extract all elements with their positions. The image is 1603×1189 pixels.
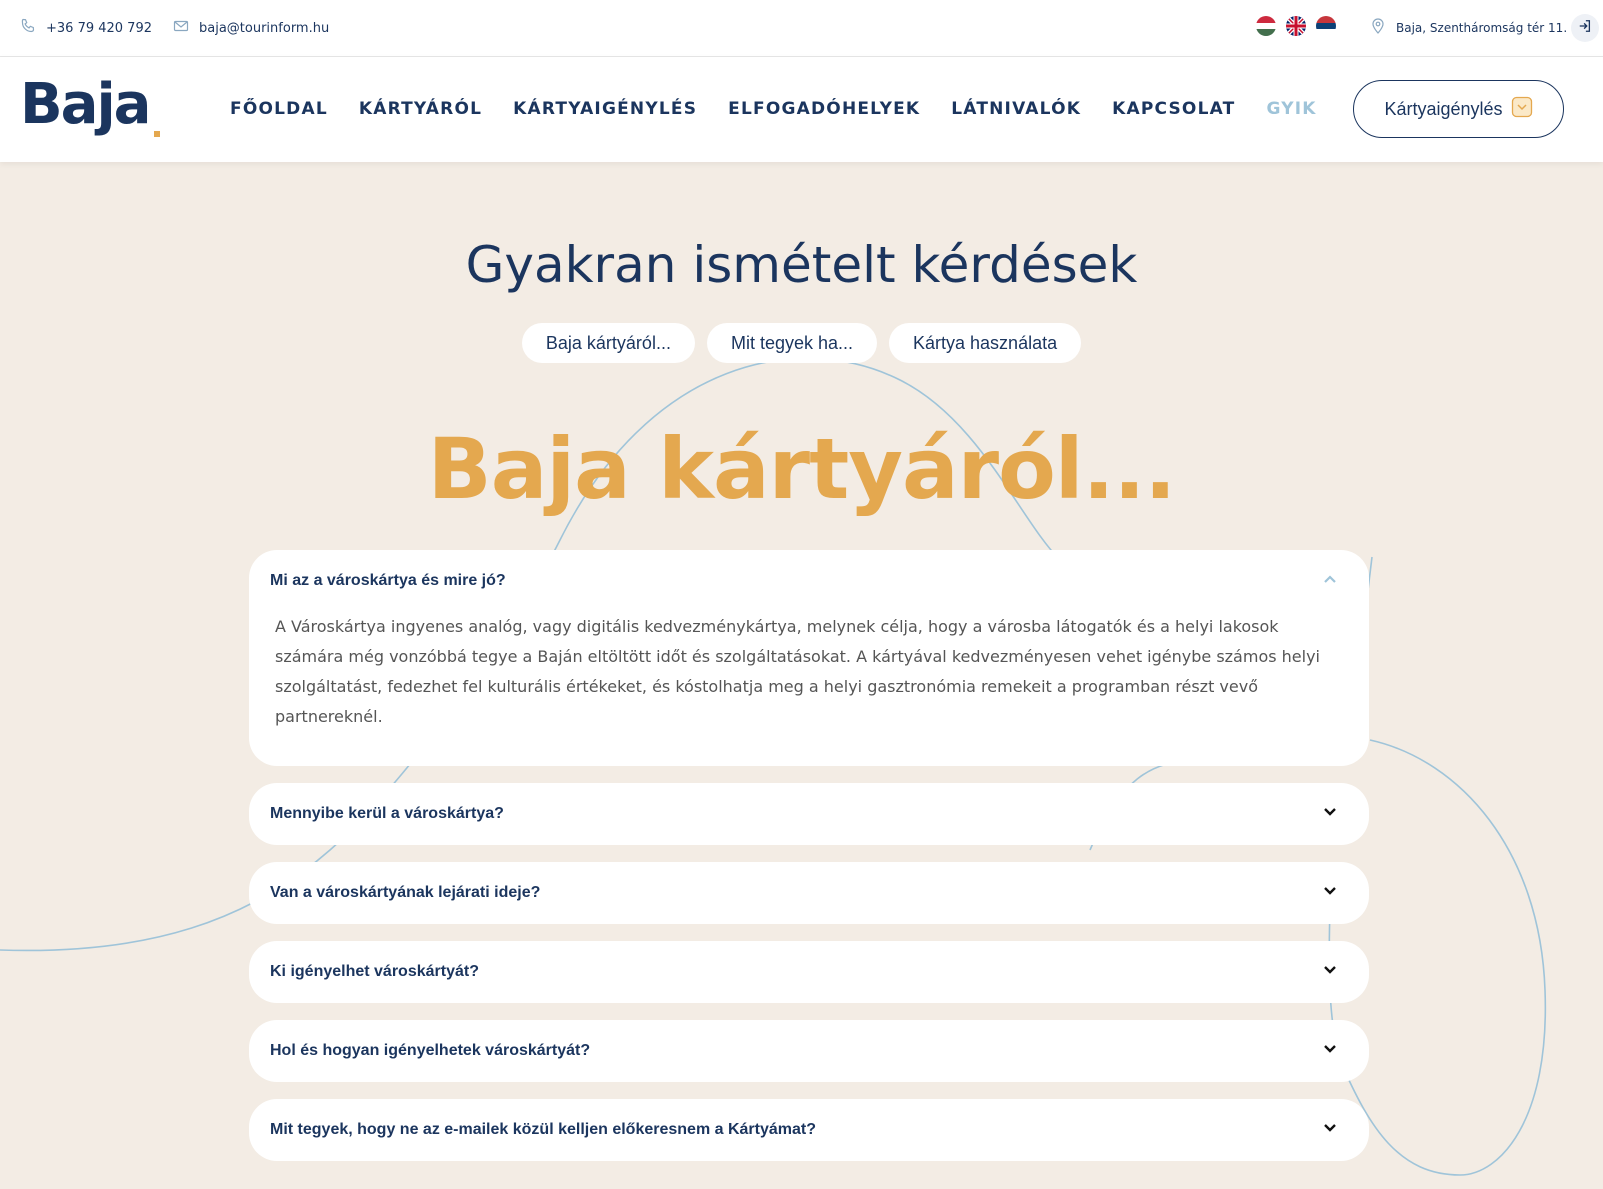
faq-question-toggle[interactable]: Mi az a városkártya és mire jó? — [249, 550, 1369, 612]
card-request-button[interactable]: Kártyaigénylés — [1353, 80, 1564, 138]
svg-text:Baja: Baja — [20, 72, 149, 137]
faq-item: Mennyibe kerül a városkártya? — [249, 783, 1369, 845]
pill-baja-kartyarol[interactable]: Baja kártyáról... — [521, 323, 695, 363]
main-nav: FŐOLDAL KÁRTYÁRÓL KÁRTYAIGÉNYLÉS ELFOGAD… — [230, 99, 1317, 119]
faq-question-toggle[interactable]: Mennyibe kerül a városkártya? — [249, 783, 1369, 845]
faq-question-toggle[interactable]: Hol és hogyan igényelhetek városkártyát? — [249, 1020, 1369, 1082]
chevron-down-icon — [1323, 805, 1337, 824]
nav-kapcsolat[interactable]: KAPCSOLAT — [1112, 99, 1235, 119]
faq-question: Mennyibe kerül a városkártya? — [270, 805, 504, 822]
email-link[interactable]: baja@tourinform.hu — [173, 18, 329, 38]
faq-question-toggle[interactable]: Ki igényelhet városkártyát? — [249, 941, 1369, 1003]
nav-kartyaigenyles[interactable]: KÁRTYAIGÉNYLÉS — [513, 99, 697, 119]
phone-link[interactable]: +36 79 420 792 — [20, 18, 152, 38]
page-title: Gyakran ismételt kérdések — [465, 236, 1138, 294]
shield-check-icon — [1511, 96, 1533, 123]
mail-icon — [173, 18, 189, 38]
baja-logo[interactable]: Baja — [20, 71, 170, 143]
flag-en-icon[interactable] — [1286, 16, 1306, 36]
phone-icon — [20, 18, 36, 38]
faq-item: Ki igényelhet városkártyát? — [249, 941, 1369, 1003]
faq-question: Van a városkártyának lejárati ideje? — [270, 884, 541, 901]
faq-question-toggle[interactable]: Van a városkártyának lejárati ideje? — [249, 862, 1369, 924]
faq-answer: A Városkártya ingyenes analóg, vagy digi… — [275, 617, 1320, 726]
faq-item: Van a városkártyának lejárati ideje? — [249, 862, 1369, 924]
faq-item: Mi az a városkártya és mire jó? A Városk… — [249, 550, 1369, 766]
address-text: Baja, Szentháromság tér 11. — [1396, 21, 1568, 35]
main-header: Baja FŐOLDAL KÁRTYÁRÓL KÁRTYAIGÉNYLÉS EL… — [0, 57, 1603, 162]
card-request-label: Kártyaigénylés — [1384, 98, 1503, 119]
pill-mit-tegyek[interactable]: Mit tegyek ha... — [706, 323, 878, 363]
location-pin-icon — [1370, 18, 1386, 38]
nav-gyik[interactable]: GYIK — [1266, 99, 1316, 119]
chevron-down-icon — [1323, 1121, 1337, 1140]
nav-kartyarol[interactable]: KÁRTYÁRÓL — [359, 99, 482, 119]
faq-question: Hol és hogyan igényelhetek városkártyát? — [270, 1042, 591, 1059]
faq-item: Hol és hogyan igényelhetek városkártyát? — [249, 1020, 1369, 1082]
email-text: baja@tourinform.hu — [199, 20, 330, 36]
chevron-up-icon — [1323, 572, 1337, 591]
chevron-down-icon — [1323, 1042, 1337, 1061]
phone-text: +36 79 420 792 — [46, 20, 152, 36]
nav-fooldal[interactable]: FŐOLDAL — [230, 99, 328, 119]
login-icon — [1578, 19, 1592, 38]
section-title: Baja kártyáról... — [427, 420, 1177, 518]
faq-question-toggle[interactable]: Mit tegyek, hogy ne az e-mailek közül ke… — [249, 1099, 1369, 1161]
login-button[interactable] — [1571, 14, 1599, 42]
faq-item: Mit tegyek, hogy ne az e-mailek közül ke… — [249, 1099, 1369, 1161]
nav-elfogadohelyek[interactable]: ELFOGADÓHELYEK — [728, 99, 920, 119]
chevron-down-icon — [1323, 963, 1337, 982]
category-pills: Baja kártyáról... Mit tegyek ha... Kárty… — [0, 323, 1603, 363]
faq-question: Mit tegyek, hogy ne az e-mailek közül ke… — [270, 1121, 816, 1138]
top-bar: +36 79 420 792 baja@tourinform.hu Baja, … — [0, 0, 1603, 57]
faq-question: Mi az a városkártya és mire jó? — [270, 572, 506, 589]
address-link[interactable]: Baja, Szentháromság tér 11. — [1370, 18, 1567, 38]
flag-rs-icon[interactable] — [1316, 16, 1336, 36]
chevron-down-icon — [1323, 884, 1337, 903]
flag-hu-icon[interactable] — [1256, 16, 1276, 36]
pill-kartya-hasznalata[interactable]: Kártya használata — [889, 323, 1082, 363]
nav-latnivalok[interactable]: LÁTNIVALÓK — [951, 99, 1081, 119]
faq-question: Ki igényelhet városkártyát? — [270, 963, 479, 980]
language-switcher — [1256, 16, 1336, 36]
